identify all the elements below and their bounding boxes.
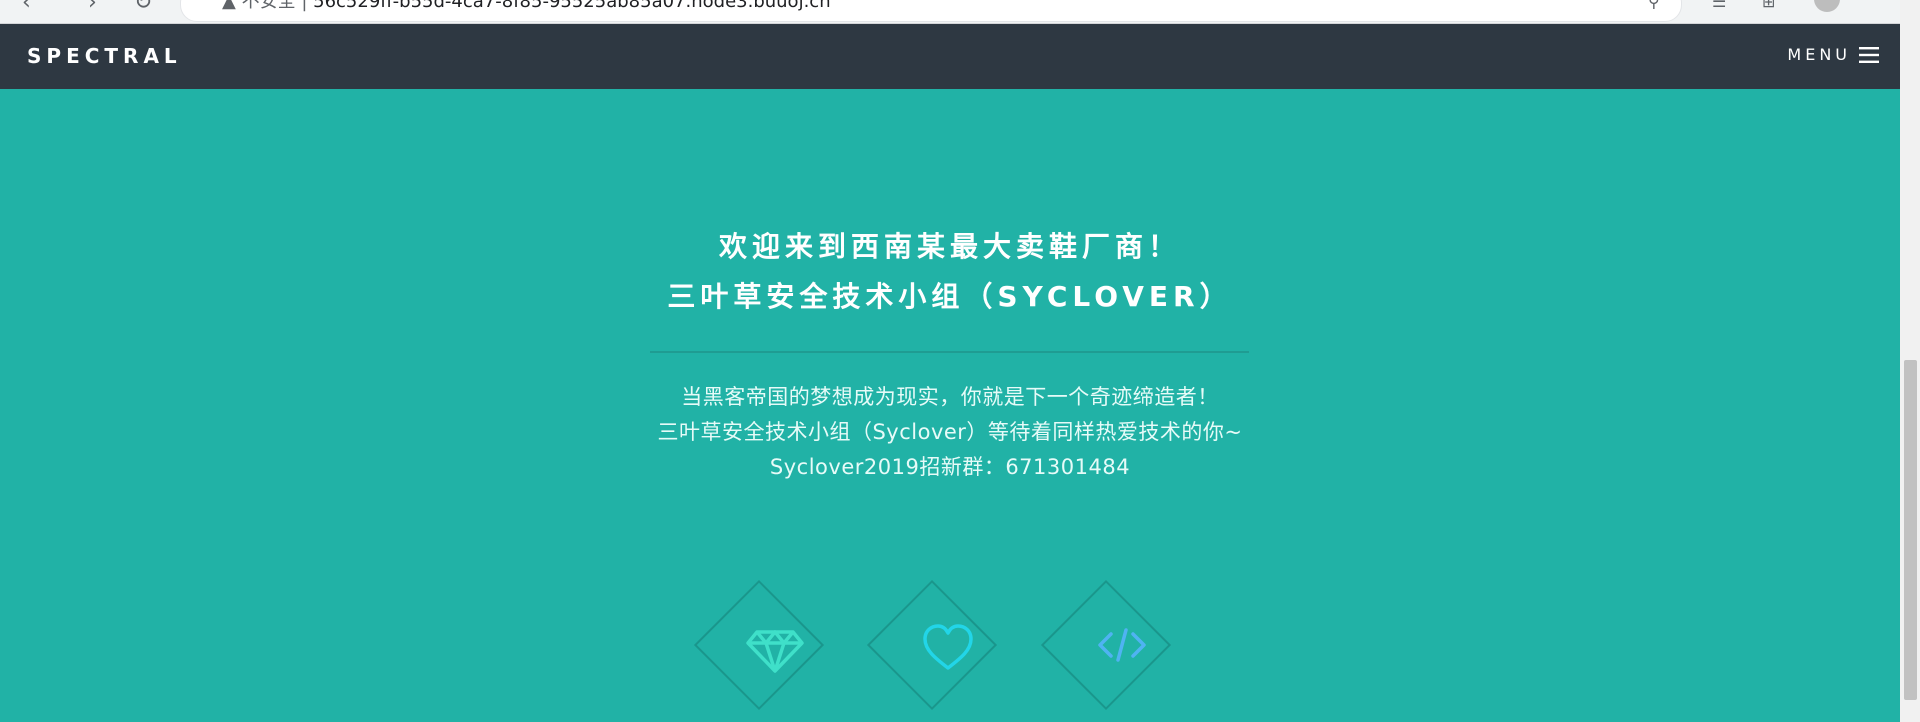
code-icon [1087,610,1157,680]
banner-heading: 欢迎来到西南某最大卖鞋厂商！ 三叶草安全技术小组（SYCLOVER） [0,222,1900,322]
url-display[interactable]: ▲ 不安全 | 56c529ff-b55d-4ca7-8f85-95525ab8… [222,0,831,11]
reload-icon[interactable]: ↻ [134,0,152,14]
banner: 欢迎来到西南某最大卖鞋厂商！ 三叶草安全技术小组（SYCLOVER） 当黑客帝国… [0,89,1900,722]
banner-intro: 当黑客帝国的梦想成为现实，你就是下一个奇迹缔造者！ 三叶草安全技术小组（Sycl… [0,380,1900,485]
intro-line-2: 三叶草安全技术小组（Syclover）等待着同样热爱技术的你~ [657,420,1243,444]
page-scrollbar[interactable] [1900,0,1920,722]
intro-line-3: Syclover2019招新群：671301484 [769,455,1131,479]
read-aloud-icon[interactable]: ⚲ [1648,0,1660,10]
menu-label: MENU [1787,45,1851,64]
menu-button[interactable]: MENU [1787,46,1879,64]
forward-icon[interactable]: › [88,0,97,14]
heading-divider [650,351,1249,353]
collections-icon[interactable]: ⊞ [1762,0,1775,10]
site-header: SPECTRAL MENU [0,24,1900,89]
warning-icon: ▲ [222,0,236,12]
intro-line-1: 当黑客帝国的梦想成为现实，你就是下一个奇迹缔造者！ [681,385,1219,409]
back-icon[interactable]: ‹ [22,0,31,14]
profile-avatar[interactable] [1814,0,1840,12]
security-label: 不安全 [241,0,296,12]
browser-toolbar: ‹ › ↻ ▲ 不安全 | 56c529ff-b55d-4ca7-8f85-95… [0,0,1900,24]
url-text: 56c529ff-b55d-4ca7-8f85-95525ab85a07.nod… [313,0,831,12]
heading-line-1: 欢迎来到西南某最大卖鞋厂商！ [718,230,1181,263]
scrollbar-thumb[interactable] [1904,360,1917,700]
heading-line-2: 三叶草安全技术小组（SYCLOVER） [667,280,1233,313]
url-separator: | [301,0,308,12]
site-logo[interactable]: SPECTRAL [27,45,182,67]
favorites-icon[interactable]: ☰ [1712,0,1726,10]
heart-icon [913,610,983,680]
diamond-gem-icon [740,610,810,680]
hamburger-icon [1859,47,1879,63]
